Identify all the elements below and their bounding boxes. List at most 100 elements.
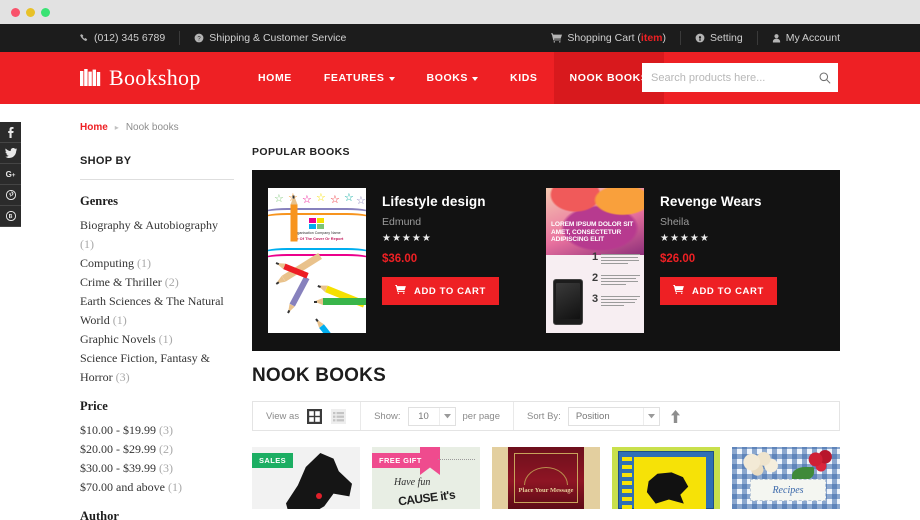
filter-heading: Genres [80, 194, 118, 208]
brand-logo[interactable]: Bookshop [80, 52, 242, 104]
arrow-up-icon[interactable] [670, 409, 681, 423]
filter-option-label: Science Fiction, Fantasy & Horror [80, 351, 210, 384]
filter-group-genres: Genres Biography & Autobiography (1) Com… [80, 194, 234, 387]
shopping-cart-link[interactable]: Shopping Cart (item) [537, 31, 682, 45]
book-author: Sheila [660, 216, 690, 228]
product-card[interactable]: SALES [252, 447, 360, 509]
page-body: G+ (012) 345 6789 ? Shipping & Customer … [0, 24, 920, 520]
filter-option-count: (1) [80, 237, 94, 251]
filter-option[interactable]: Computing (1) [80, 254, 234, 273]
filter-option-label: Crime & Thriller [80, 275, 162, 289]
popular-books-label: POPULAR BOOKS [252, 146, 350, 158]
product-card[interactable]: Recipes [732, 447, 840, 509]
book-title[interactable]: Revenge Wears [660, 194, 777, 209]
product-card[interactable]: Place Your Message [492, 447, 600, 509]
setting-label: Setting [710, 32, 743, 44]
show-label: Show: [374, 410, 401, 422]
rating-stars: ★★★★★ [382, 233, 432, 244]
product-card[interactable]: FREE GIFT Have fun CAUSE it's [372, 447, 480, 509]
my-account-link[interactable]: My Account [758, 31, 840, 45]
shipping-link[interactable]: ? Shipping & Customer Service [180, 31, 346, 45]
book-cover-image: LOREM IPSUM DOLOR SIT AMET, CONSECTETUR … [546, 188, 644, 333]
filter-group-author: Author D.T. Max (1) David (1) Jean (1) [80, 509, 234, 520]
filter-option-label: Graphic Novels [80, 332, 156, 346]
filter-option[interactable]: $70.00 and above (1) [80, 478, 234, 497]
search-bar [642, 63, 838, 92]
window-close-dot[interactable] [11, 7, 20, 17]
book-author: Edmund [382, 216, 422, 228]
shipping-label: Shipping & Customer Service [209, 32, 347, 44]
window-minimize-dot[interactable] [26, 7, 35, 17]
nav-item-features[interactable]: FEATURES [308, 52, 411, 104]
add-to-cart-button[interactable]: ADD TO CART [382, 277, 499, 305]
cart-icon [673, 285, 684, 297]
nav-item-home[interactable]: HOME [242, 52, 308, 104]
product-thumbnail[interactable]: Place Your Message [492, 447, 600, 509]
nav-item-label: HOME [258, 72, 292, 84]
nav-item-kids[interactable]: KIDS [494, 52, 554, 104]
cover-text: Place Your Message [518, 487, 574, 494]
popular-book-card[interactable]: LOREM IPSUM DOLOR SIT AMET, CONSECTETUR … [546, 188, 824, 333]
filter-option[interactable]: $10.00 - $19.99 (3) [80, 421, 234, 440]
breadcrumb-home[interactable]: Home [80, 122, 108, 133]
place-your-message-cover-art: Place Your Message [492, 447, 600, 509]
filter-option[interactable]: Crime & Thriller (2) [80, 273, 234, 292]
book-title[interactable]: Lifestyle design [382, 194, 499, 209]
book-cover-image: ☆ ☆ ☆ ☆ ☆ ☆ ☆ [268, 188, 366, 333]
status-badge: FREE GIFT [372, 453, 429, 468]
filter-option[interactable]: Science Fiction, Fantasy & Horror (3) [80, 349, 234, 387]
phone-illustration [553, 279, 583, 325]
behance-icon[interactable] [0, 206, 21, 227]
phone-number: (012) 345 6789 [94, 32, 166, 44]
filter-option-label: Earth Sciences & The Natural World [80, 294, 224, 327]
chevron-down-icon [388, 77, 395, 81]
pinterest-icon[interactable] [0, 185, 21, 206]
twitter-icon[interactable] [0, 143, 21, 164]
book-info: Revenge Wears Sheila ★★★★★ $26.00 ADD TO… [660, 188, 777, 333]
book-info: Lifestyle design Edmund ★★★★★ $36.00 ADD… [382, 188, 499, 333]
page-title: NOOK BOOKS [252, 365, 386, 386]
add-to-cart-button[interactable]: ADD TO CART [660, 277, 777, 305]
brand-name: Bookshop [109, 65, 201, 90]
phone-icon [80, 33, 89, 43]
utility-topbar: (012) 345 6789 ? Shipping & Customer Ser… [0, 24, 920, 52]
sort-by-select[interactable]: Position [567, 406, 660, 426]
filter-option[interactable]: Graphic Novels (1) [80, 330, 234, 349]
filter-option[interactable]: Earth Sciences & The Natural World (1) [80, 292, 234, 330]
browser-titlebar [0, 0, 920, 24]
chevron-down-icon [438, 407, 455, 425]
phone-info[interactable]: (012) 345 6789 [80, 31, 181, 45]
setting-link[interactable]: Setting [681, 31, 758, 45]
popular-book-card[interactable]: ☆ ☆ ☆ ☆ ☆ ☆ ☆ [268, 188, 546, 333]
filter-option-label: $70.00 and above [80, 480, 165, 494]
product-thumbnail[interactable]: SALES [252, 447, 360, 509]
product-thumbnail[interactable] [612, 447, 720, 509]
window-maximize-dot[interactable] [41, 7, 50, 17]
grid-view-icon[interactable] [306, 407, 324, 425]
filter-option[interactable]: $20.00 - $29.99 (2) [80, 440, 234, 459]
filter-group-price: Price $10.00 - $19.99 (3) $20.00 - $29.9… [80, 399, 234, 497]
product-thumbnail[interactable]: Recipes [732, 447, 840, 509]
filter-sidebar: Home ▸ Nook books SHOP BY Genres Biograp… [80, 104, 252, 520]
chevron-down-icon [472, 77, 479, 81]
google-plus-icon[interactable]: G+ [0, 164, 21, 185]
search-submit-button[interactable] [812, 63, 838, 92]
main-column: POPULAR BOOKS ☆ ☆ ☆ ☆ ☆ ☆ Organisation C… [252, 104, 840, 520]
product-card[interactable] [612, 447, 720, 509]
cover-step-number: 1 [592, 251, 599, 263]
search-input[interactable] [642, 63, 812, 92]
product-grid: SALES FREE GIFT Have fun CAUSE it's [252, 431, 840, 509]
nav-item-books[interactable]: BOOKS [411, 52, 495, 104]
product-thumbnail[interactable]: FREE GIFT Have fun CAUSE it's [372, 447, 480, 509]
filter-option-count: (3) [159, 423, 173, 437]
list-view-icon[interactable] [330, 407, 348, 425]
nav-item-label: KIDS [510, 72, 538, 84]
filter-option[interactable]: Biography & Autobiography (1) [80, 216, 234, 254]
filter-option[interactable]: $30.00 - $39.99 (3) [80, 459, 234, 478]
cart-icon [551, 33, 563, 43]
cart-prefix: Shopping Cart ( [567, 32, 641, 44]
per-page-select[interactable]: 10 [407, 406, 456, 426]
breadcrumb-current: Nook books [125, 122, 179, 133]
facebook-icon[interactable] [0, 122, 21, 143]
filter-option-count: (1) [112, 313, 127, 327]
